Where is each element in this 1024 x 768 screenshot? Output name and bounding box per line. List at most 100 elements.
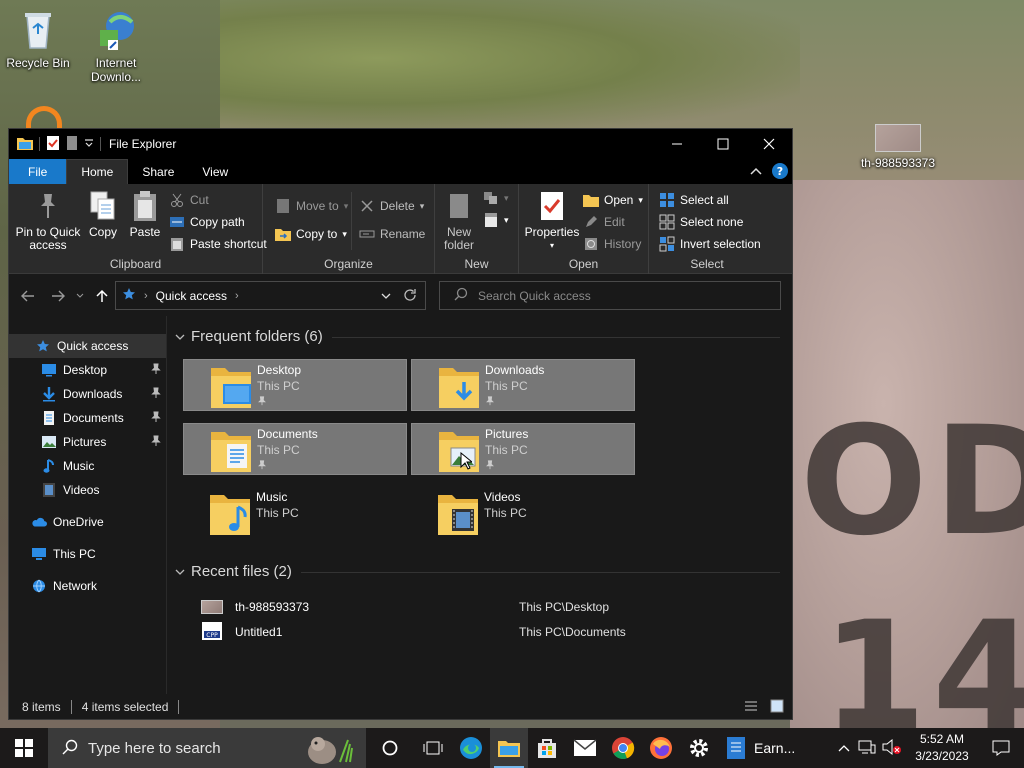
network-tray-icon[interactable] bbox=[858, 740, 876, 757]
quick-access-toolbar bbox=[9, 135, 101, 154]
nav-downloads[interactable]: Downloads bbox=[9, 382, 166, 406]
desktop-icon-recycle-bin[interactable]: Recycle Bin bbox=[0, 8, 76, 70]
desktop-icon-label: Recycle Bin bbox=[6, 56, 70, 70]
breadcrumb-chevron-icon: › bbox=[235, 289, 239, 302]
nav-desktop[interactable]: Desktop bbox=[9, 358, 166, 382]
new-folder-button[interactable]: New folder bbox=[441, 190, 477, 252]
nav-pictures[interactable]: Pictures bbox=[9, 430, 166, 454]
address-location[interactable]: Quick access bbox=[156, 289, 227, 303]
task-view-button[interactable] bbox=[414, 728, 452, 768]
new-item-icon bbox=[483, 190, 499, 206]
edge-taskbar-button[interactable] bbox=[452, 728, 490, 768]
address-bar[interactable]: › Quick access › bbox=[115, 281, 426, 310]
copy-path-button[interactable]: Copy path bbox=[169, 214, 245, 230]
desktop-icon-th-image[interactable]: th-988593373 bbox=[858, 124, 938, 170]
firefox-taskbar-button[interactable] bbox=[642, 728, 680, 768]
maximize-button[interactable] bbox=[700, 129, 746, 159]
microsoft-store-taskbar-button[interactable] bbox=[528, 728, 566, 768]
folder-tile-pictures[interactable]: Pictures This PC bbox=[411, 423, 635, 475]
folder-tile-downloads[interactable]: Downloads This PC bbox=[411, 359, 635, 411]
clock[interactable]: 5:52 AM 3/23/2023 bbox=[906, 731, 978, 765]
tab-view[interactable]: View bbox=[188, 159, 242, 184]
cortana-button[interactable] bbox=[366, 728, 414, 768]
new-folder-qat-icon[interactable] bbox=[66, 135, 78, 154]
folder-location: This PC bbox=[256, 506, 299, 520]
history-button[interactable]: History bbox=[583, 236, 641, 252]
invert-selection-button[interactable]: Invert selection bbox=[659, 236, 761, 252]
edge-browser-icon bbox=[460, 737, 482, 759]
nav-music[interactable]: Music bbox=[9, 454, 166, 478]
title-bar: File Explorer bbox=[9, 129, 792, 159]
forward-button[interactable] bbox=[49, 287, 67, 305]
nav-quick-access[interactable]: Quick access bbox=[9, 334, 166, 358]
folder-tile-documents[interactable]: Documents This PC bbox=[183, 423, 407, 475]
close-button[interactable] bbox=[746, 129, 792, 159]
edit-button[interactable]: Edit bbox=[583, 214, 625, 230]
recent-locations-chevron-icon[interactable] bbox=[71, 287, 89, 305]
chrome-taskbar-button[interactable] bbox=[604, 728, 642, 768]
recent-file-row[interactable]: CPP Untitled1 This PC\Documents bbox=[201, 621, 791, 643]
status-bar: 8 items 4 items selected bbox=[9, 694, 792, 719]
customize-qat-icon[interactable] bbox=[84, 137, 94, 151]
nav-network[interactable]: Network bbox=[9, 574, 166, 598]
pin-icon bbox=[150, 363, 162, 378]
nav-documents[interactable]: Documents bbox=[9, 406, 166, 430]
nav-this-pc[interactable]: This PC bbox=[9, 542, 166, 566]
paste-shortcut-button[interactable]: Paste shortcut bbox=[169, 236, 267, 252]
collapse-ribbon-icon[interactable] bbox=[750, 166, 762, 180]
address-dropdown-chevron-icon[interactable] bbox=[381, 289, 391, 303]
properties-qat-icon[interactable] bbox=[46, 135, 60, 154]
group-new: New folder ▾ ▾ New bbox=[435, 184, 519, 274]
mail-taskbar-button[interactable] bbox=[566, 728, 604, 768]
recent-file-row[interactable]: th-988593373 This PC\Desktop bbox=[201, 596, 791, 618]
copy-button[interactable]: Copy bbox=[85, 190, 121, 239]
volume-muted-icon[interactable] bbox=[882, 738, 902, 758]
nav-videos[interactable]: Videos bbox=[9, 478, 166, 502]
folder-tile-desktop[interactable]: Desktop This PC bbox=[183, 359, 407, 411]
word-taskbar-label: Earn... bbox=[754, 740, 796, 756]
search-box[interactable]: Search Quick access bbox=[439, 281, 781, 310]
back-button[interactable] bbox=[19, 287, 37, 305]
delete-button[interactable]: Delete ▾ bbox=[359, 198, 424, 214]
large-icons-view-icon[interactable] bbox=[770, 699, 784, 716]
start-button[interactable] bbox=[0, 728, 48, 768]
folder-tile-videos[interactable]: Videos This PC bbox=[411, 487, 635, 539]
show-hidden-icons-chevron-icon[interactable] bbox=[838, 741, 850, 755]
tab-home[interactable]: Home bbox=[66, 159, 129, 184]
word-taskbar-button[interactable]: Earn... bbox=[718, 728, 798, 768]
new-item-button[interactable]: ▾ bbox=[483, 190, 509, 206]
nav-onedrive[interactable]: OneDrive bbox=[9, 510, 166, 534]
file-explorer-taskbar-button[interactable] bbox=[490, 728, 528, 768]
notification-center-icon[interactable] bbox=[978, 740, 1024, 756]
taskbar-search-box[interactable]: Type here to search bbox=[48, 728, 366, 768]
item-count: 8 items bbox=[22, 699, 61, 714]
content-pane: Frequent folders (6) Desktop This PC Dow… bbox=[166, 316, 792, 696]
tab-file[interactable]: File bbox=[9, 159, 67, 184]
folder-tile-music[interactable]: Music This PC bbox=[183, 487, 407, 539]
refresh-icon[interactable] bbox=[403, 288, 417, 305]
firefox-browser-icon bbox=[650, 737, 672, 759]
easy-access-button[interactable]: ▾ bbox=[483, 212, 509, 228]
search-highlight-squirrel-icon bbox=[298, 732, 358, 768]
up-button[interactable] bbox=[93, 287, 111, 305]
paste-button[interactable]: Paste bbox=[127, 190, 163, 239]
rename-button[interactable]: Rename bbox=[359, 226, 425, 242]
settings-taskbar-button[interactable] bbox=[680, 728, 718, 768]
cut-button[interactable]: Cut bbox=[169, 192, 209, 208]
pin-to-quick-access-button[interactable]: Pin to Quick access bbox=[13, 190, 83, 252]
frequent-folders-header[interactable]: Frequent folders (6) bbox=[175, 328, 323, 345]
search-placeholder: Search Quick access bbox=[478, 288, 591, 303]
minimize-button[interactable] bbox=[654, 129, 700, 159]
open-button[interactable]: Open ▾ bbox=[583, 192, 643, 208]
help-icon[interactable]: ? bbox=[772, 163, 788, 182]
edit-pencil-icon bbox=[583, 214, 599, 230]
move-to-button[interactable]: Move to ▾ bbox=[275, 198, 348, 214]
properties-button[interactable]: Properties ▾ bbox=[523, 190, 581, 252]
desktop-icon-internet-download-manager[interactable]: Internet Downlo... bbox=[78, 8, 154, 84]
recent-files-header[interactable]: Recent files (2) bbox=[175, 563, 292, 580]
select-all-button[interactable]: Select all bbox=[659, 192, 729, 208]
select-none-button[interactable]: Select none bbox=[659, 214, 743, 230]
details-view-icon[interactable] bbox=[744, 700, 758, 715]
tab-share[interactable]: Share bbox=[128, 159, 188, 184]
copy-to-button[interactable]: Copy to ▾ bbox=[275, 226, 347, 242]
